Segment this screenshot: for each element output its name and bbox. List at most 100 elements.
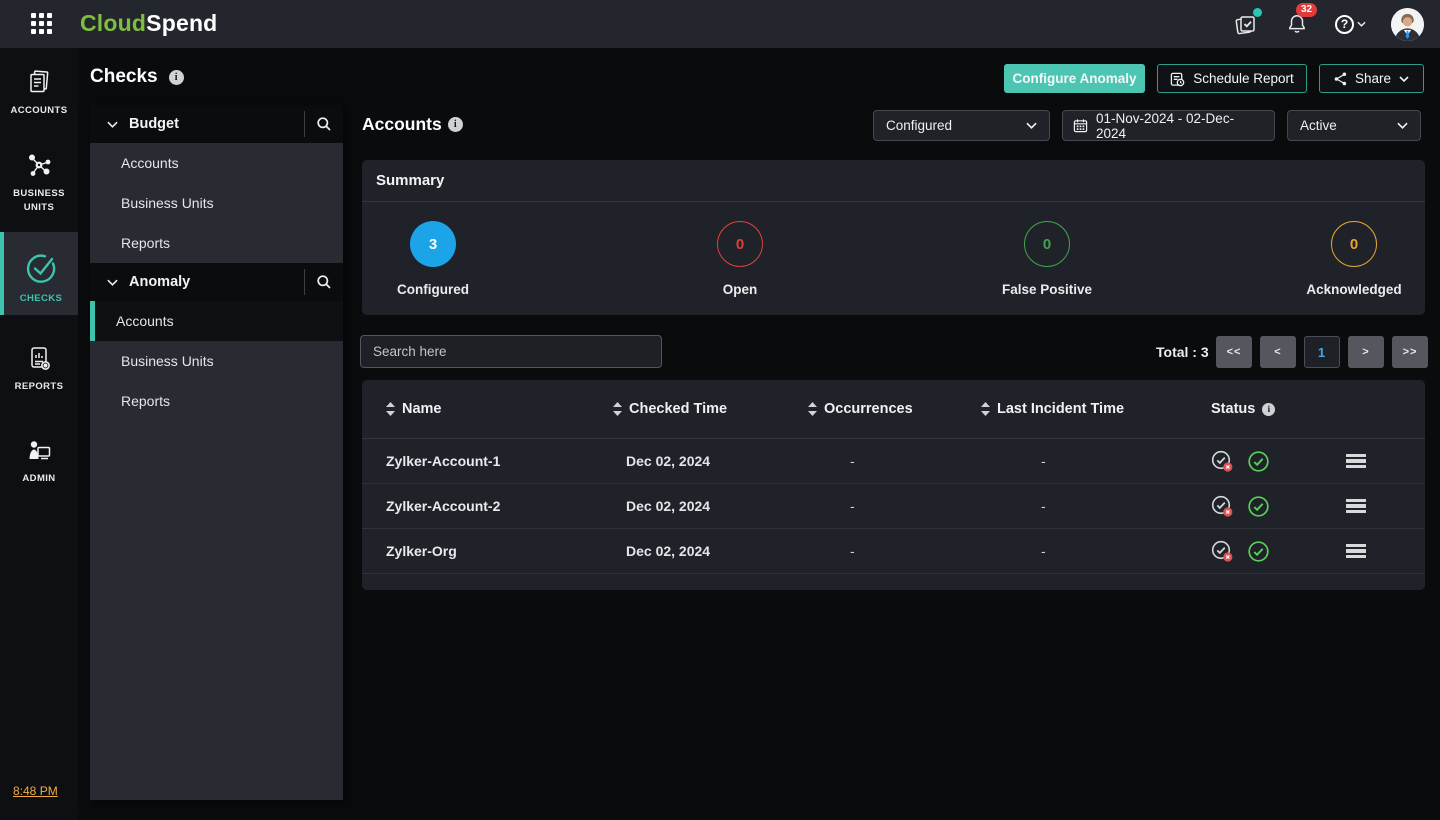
table-row[interactable]: Zylker-Account-1 Dec 02, 2024 - - [362,439,1425,484]
status-filter-select[interactable]: Active [1287,110,1421,141]
chevron-down-icon [1357,21,1366,27]
check-enabled-icon[interactable] [1247,450,1270,473]
sidebar-item-business-units[interactable]: BUSINESS UNITS [0,143,78,217]
row-actions [1341,499,1425,514]
check-type-select[interactable]: Configured [873,110,1050,141]
user-avatar[interactable] [1391,8,1424,41]
column-header-occurrences[interactable]: Occurrences [808,401,981,417]
rail-item-label: CHECKS [18,292,65,306]
stat-circle: 0 [1331,221,1377,267]
row-actions [1341,454,1425,469]
divider [304,269,305,295]
sidebar-item-reports[interactable]: REPORTS [0,338,78,398]
sidebar-item-checks[interactable]: CHECKS [0,232,78,315]
table-header-row: Name Checked Time Occurrences Last Incid… [362,380,1425,439]
table-row[interactable]: Zylker-Account-2 Dec 02, 2024 - - [362,484,1425,529]
column-header-name[interactable]: Name [386,401,613,417]
pagination-next-button[interactable]: > [1348,336,1384,368]
accounts-icon [24,68,54,98]
stat-circle: 0 [717,221,763,267]
row-last-incident-time: - [981,543,1211,559]
section-title: Accounts [362,114,463,135]
sidebar-item-anomaly-accounts[interactable]: Accounts [90,301,343,341]
stat-open[interactable]: 0 Open [669,221,811,297]
check-enabled-icon[interactable] [1247,540,1270,563]
share-button[interactable]: Share [1319,64,1424,93]
column-header-last-incident-time[interactable]: Last Incident Time [981,401,1211,417]
info-icon[interactable] [169,70,184,85]
help-menu[interactable] [1335,15,1366,34]
sort-icon[interactable] [386,402,395,416]
rail-item-label: REPORTS [13,380,66,394]
pagination-last-button[interactable]: >> [1392,336,1428,368]
row-name[interactable]: Zylker-Org [386,543,613,559]
schedule-report-button[interactable]: Schedule Report [1157,64,1307,93]
row-occurrences: - [808,453,981,469]
sidebar-item-anomaly-business-units[interactable]: Business Units [90,341,343,381]
page-title-text: Checks [90,66,158,88]
check-disabled-badge-icon[interactable] [1211,540,1234,563]
cloudspend-logo[interactable]: CloudSpend [80,10,217,37]
stat-label: Configured [397,282,469,297]
sidebar-item-admin[interactable]: ADMIN [0,430,78,490]
checks-icon [23,250,59,286]
row-name[interactable]: Zylker-Account-1 [386,453,613,469]
sort-icon[interactable] [808,402,817,416]
search-input[interactable] [360,335,662,368]
reports-icon [24,344,54,374]
info-icon[interactable] [448,117,463,132]
date-range-picker[interactable]: 01-Nov-2024 - 02-Dec-2024 [1062,110,1275,141]
row-status [1211,495,1341,518]
section-header-budget[interactable]: Budget [90,105,343,143]
row-checked-time: Dec 02, 2024 [613,543,808,559]
sort-icon[interactable] [981,402,990,416]
row-menu-icon[interactable] [1346,499,1366,514]
row-last-incident-time: - [981,498,1211,514]
selected-value: Configured [886,118,1026,133]
sidebar-item-accounts[interactable]: ACCOUNTS [0,62,78,120]
check-disabled-badge-icon[interactable] [1211,495,1234,518]
column-label: Name [402,401,442,417]
row-status [1211,540,1341,563]
sidebar-item-budget-reports[interactable]: Reports [90,223,343,263]
column-label: Status [1211,401,1255,417]
row-menu-icon[interactable] [1346,544,1366,559]
stat-configured[interactable]: 3 Configured [362,221,504,297]
check-enabled-icon[interactable] [1247,495,1270,518]
configure-anomaly-button[interactable]: Configure Anomaly [1004,64,1145,93]
search-icon[interactable] [316,274,332,290]
pagination-prev-button[interactable]: < [1260,336,1296,368]
share-icon [1334,72,1347,86]
sidebar-item-label: Accounts [116,313,174,329]
section-header-anomaly[interactable]: Anomaly [90,263,343,301]
sidebar-item-label: Accounts [121,155,179,171]
info-icon[interactable] [1262,403,1275,416]
sidebar-item-budget-accounts[interactable]: Accounts [90,143,343,183]
column-header-checked-time[interactable]: Checked Time [613,401,808,417]
row-checked-time: Dec 02, 2024 [613,498,808,514]
notifications-bell-icon[interactable]: 32 [1284,11,1310,37]
checks-table: Name Checked Time Occurrences Last Incid… [362,380,1425,590]
table-row[interactable]: Zylker-Org Dec 02, 2024 - - [362,529,1425,574]
row-name[interactable]: Zylker-Account-2 [386,498,613,514]
stat-circle: 3 [410,221,456,267]
top-navbar: CloudSpend 32 [0,0,1440,48]
row-menu-icon[interactable] [1346,454,1366,469]
check-disabled-badge-icon[interactable] [1211,450,1234,473]
rail-item-label: ADMIN [20,472,57,486]
stat-false-positive[interactable]: 0 False Positive [976,221,1118,297]
logo-cloud: Cloud [80,10,146,36]
pagination-first-button[interactable]: << [1216,336,1252,368]
sidebar-item-budget-business-units[interactable]: Business Units [90,183,343,223]
tasks-icon[interactable] [1233,11,1259,37]
rail-item-label: ACCOUNTS [8,104,69,118]
stat-acknowledged[interactable]: 0 Acknowledged [1283,221,1425,297]
sidebar-item-anomaly-reports[interactable]: Reports [90,381,343,421]
app-launcher-icon[interactable] [31,13,53,35]
sort-icon[interactable] [613,402,622,416]
summary-stats: 3 Configured 0 Open 0 False Positive 0 A… [362,202,1425,297]
session-time[interactable]: 8:48 PM [13,784,58,798]
avatar-illustration [1391,8,1424,41]
column-header-status: Status [1211,401,1341,417]
search-icon[interactable] [316,116,332,132]
